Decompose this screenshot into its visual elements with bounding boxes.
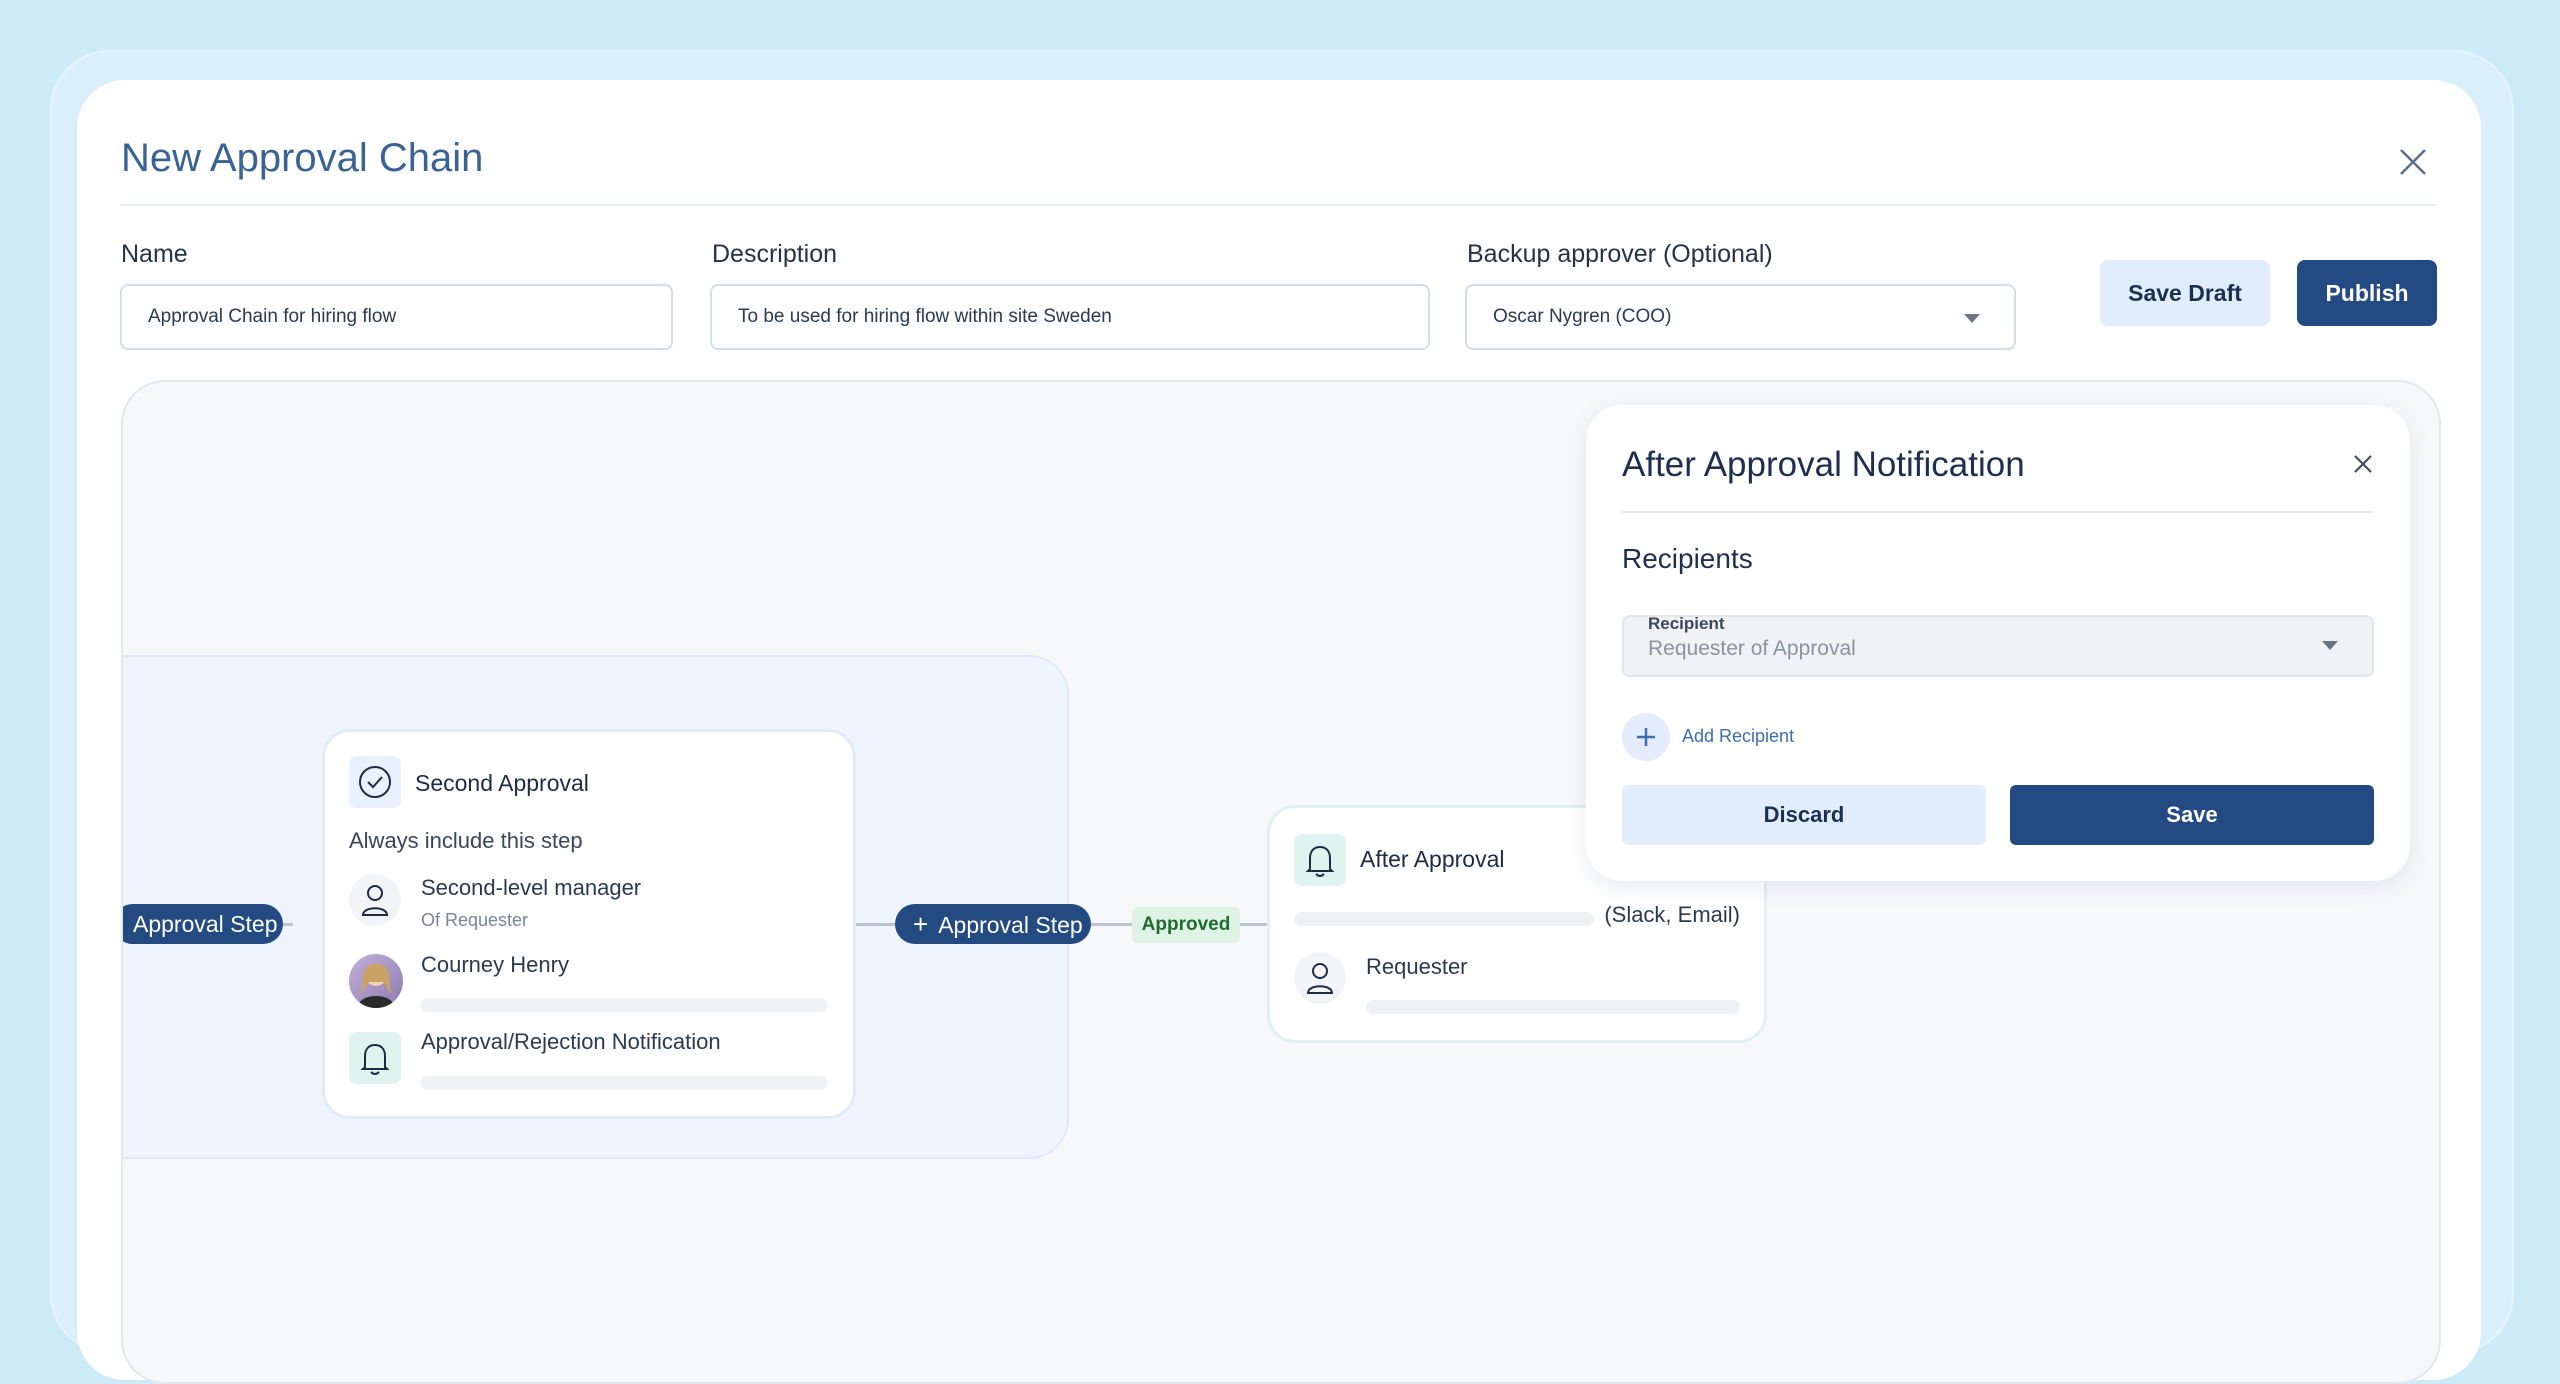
approver-name-1: Second-level manager — [421, 875, 642, 900]
after-approval-title: After Approval — [1360, 846, 1505, 872]
modal-title: New Approval Chain — [121, 136, 484, 180]
name-input[interactable]: Approval Chain for hiring flow — [120, 284, 673, 350]
add-recipient-label: Add Recipient — [1682, 726, 1795, 746]
check-circle-icon — [349, 756, 401, 808]
bell-icon — [349, 1032, 401, 1084]
recipient-value: Requester of Approval — [1648, 637, 1856, 660]
placeholder-bar — [1294, 912, 1594, 926]
user-icon — [1294, 952, 1346, 1004]
close-icon[interactable] — [2393, 142, 2433, 182]
second-approval-card[interactable]: Second Approval Always include this step… — [322, 729, 856, 1119]
recipients-heading: Recipients — [1622, 543, 1753, 574]
description-input[interactable]: To be used for hiring flow within site S… — [710, 284, 1430, 350]
approval-step-pill-label: Approval Step — [133, 911, 278, 937]
placeholder-bar — [1366, 1000, 1740, 1014]
name-label: Name — [121, 240, 188, 268]
add-approval-step-label: Approval Step — [938, 912, 1083, 938]
plus-icon: + — [913, 909, 929, 939]
publish-button[interactable]: Publish — [2297, 260, 2437, 326]
placeholder-bar — [421, 998, 827, 1012]
recipient-label: Recipient — [1648, 614, 1725, 633]
chevron-down-icon — [2322, 641, 2338, 650]
connector-line — [1240, 923, 1267, 926]
second-approval-title: Second Approval — [415, 770, 589, 796]
close-icon[interactable] — [2350, 451, 2376, 477]
approver-sub-1: Of Requester — [421, 910, 529, 930]
approver-name-2: Courney Henry — [421, 952, 569, 977]
approved-badge: Approved — [1132, 907, 1240, 943]
placeholder-bar — [421, 1076, 827, 1090]
header-divider — [121, 204, 2437, 206]
description-label: Description — [712, 240, 838, 268]
panel-divider — [1622, 511, 2374, 513]
plus-icon — [1622, 713, 1670, 761]
avatar — [349, 954, 403, 1008]
approval-step-pill[interactable]: Approval Step — [123, 904, 283, 944]
add-approval-step-button[interactable]: + Approval Step — [895, 904, 1091, 944]
backup-approver-value: Oscar Nygren (COO) — [1493, 306, 1672, 327]
discard-button[interactable]: Discard — [1622, 785, 1986, 845]
always-include-text: Always include this step — [349, 828, 583, 853]
backup-approver-select[interactable]: Oscar Nygren (COO) — [1465, 284, 2016, 350]
after-approval-notification-panel: After Approval Notification Recipients R… — [1586, 405, 2410, 881]
notification-name: Approval/Rejection Notification — [421, 1029, 721, 1054]
backup-approver-label: Backup approver (Optional) — [1467, 240, 1773, 268]
save-button[interactable]: Save — [2010, 785, 2374, 845]
recipient-name: Requester — [1366, 954, 1468, 979]
chevron-down-icon — [1964, 314, 1980, 323]
user-icon — [349, 874, 401, 926]
panel-title: After Approval Notification — [1622, 445, 2025, 484]
channels-text: (Slack, Email) — [1604, 902, 1740, 927]
save-draft-button[interactable]: Save Draft — [2100, 260, 2270, 326]
recipient-select[interactable]: Recipient Requester of Approval — [1622, 614, 2374, 677]
bell-icon — [1294, 834, 1346, 886]
